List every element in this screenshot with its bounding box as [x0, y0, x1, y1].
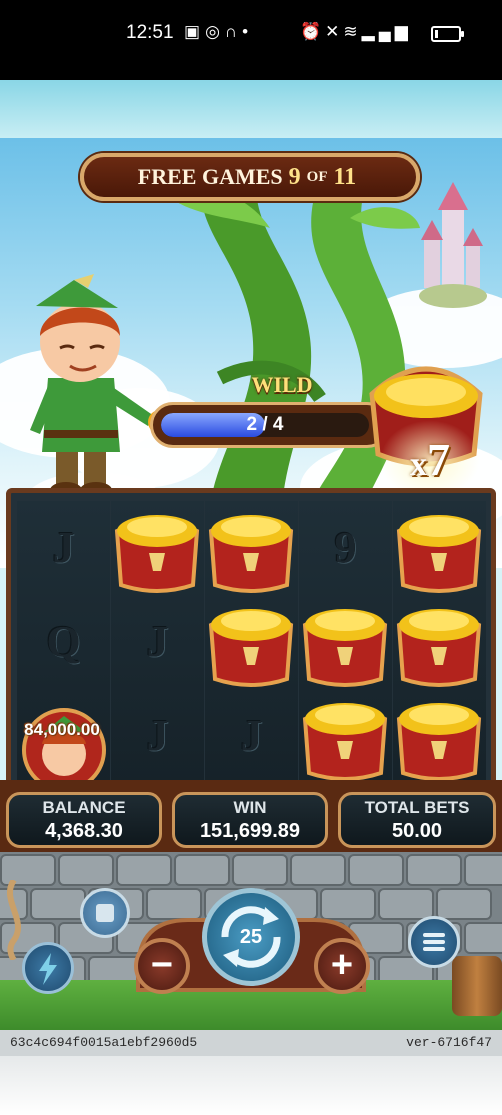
status-time: 12:51 — [126, 22, 174, 43]
reel-symbol: J — [240, 711, 263, 760]
gold-pot-symbol — [203, 595, 299, 691]
reel-column: J — [205, 501, 298, 783]
reel-symbol: J — [146, 617, 169, 666]
turbo-button[interactable] — [22, 942, 74, 994]
free-games-label: FREE GAMES — [137, 164, 283, 189]
gold-pot-symbol — [297, 595, 393, 691]
total-bets-box: TOTAL BETS 50.00 — [338, 792, 496, 848]
increase-bet-button[interactable]: + — [314, 938, 370, 994]
reel-symbol: 9 — [334, 523, 357, 572]
wall-stone — [436, 888, 492, 920]
jackpot-coin-icon — [22, 708, 106, 792]
mute-icon: ✕ — [325, 22, 344, 41]
gold-pot-symbol — [391, 501, 487, 597]
plus-icon: + — [330, 944, 354, 986]
top-band — [0, 80, 502, 138]
balance-label: BALANCE — [42, 798, 126, 817]
free-games-total: 11 — [333, 163, 357, 190]
lightning-icon — [39, 953, 57, 985]
reel-symbol: Q — [46, 617, 81, 666]
bottom-area — [0, 1056, 502, 1115]
win-label: WIN — [233, 798, 267, 817]
reel-column — [393, 501, 486, 783]
barrel-icon — [452, 956, 502, 1016]
dot-icon: • — [242, 22, 254, 41]
win-value: 151,699.89 — [199, 820, 301, 842]
version-label: ver-6716f47 — [406, 1035, 492, 1050]
total-bets-label: TOTAL BETS — [364, 798, 470, 817]
minus-icon: − — [150, 944, 174, 986]
wall-stone — [406, 854, 462, 886]
signal-icon: ▂▄▆ — [361, 22, 412, 41]
system-icons: ⏰✕≋▂▄▆ — [300, 22, 412, 42]
gold-pot-symbol — [391, 689, 487, 785]
reel-column: JJ — [111, 501, 204, 783]
wall-stone — [464, 922, 502, 954]
alarm-icon: ⏰ — [300, 22, 326, 41]
session-id: 63c4c694f0015a1ebf2960d5 — [10, 1035, 198, 1050]
jackpot-value: 84,000.00 — [24, 720, 100, 739]
whatsapp-icon: ◎ — [205, 22, 225, 41]
wall-stone — [58, 854, 114, 886]
wild-progress-text: 2 / 4 — [246, 414, 284, 435]
game-screen: FREE GAMES 9 OF 11 WILD 2 / 4 x7 J Q J J… — [0, 80, 502, 1115]
free-games-of: OF — [306, 168, 328, 185]
reel-column: 9 — [299, 501, 392, 783]
battery-level — [435, 30, 439, 38]
gold-pot-symbol — [391, 595, 487, 691]
hamburger-icon — [423, 933, 445, 951]
balance-box: BALANCE 4,368.30 — [6, 792, 162, 848]
wild-progress-track: 2 / 4 — [161, 413, 369, 437]
wild-label: WILD — [251, 372, 313, 397]
free-games-banner: FREE GAMES 9 OF 11 — [80, 153, 420, 201]
wild-progress-bar: 2 / 4 — [150, 402, 390, 448]
balance-value: 4,368.30 — [45, 820, 123, 842]
notification-icons: ▣◎∩• — [184, 22, 253, 42]
castle-icon — [419, 182, 487, 308]
rope-icon — [6, 880, 22, 960]
app-icon: ▣ — [184, 22, 206, 41]
wall-stone — [378, 888, 434, 920]
free-games-current: 9 — [288, 163, 301, 190]
win-box: WIN 151,699.89 — [172, 792, 328, 848]
multiplier-value: 7 — [427, 434, 450, 485]
reel-symbol: J — [52, 523, 75, 572]
wall-stone — [464, 854, 502, 886]
reel-symbol: J — [146, 711, 169, 760]
wall-stone — [30, 888, 86, 920]
free-spins-remaining: 25 — [239, 926, 263, 948]
menu-button[interactable] — [408, 916, 460, 968]
stop-icon — [96, 904, 114, 922]
autoplay-button[interactable] — [80, 888, 130, 938]
wifi-icon: ≋ — [343, 22, 362, 41]
total-bets-value: 50.00 — [391, 820, 443, 842]
battery-icon — [431, 26, 464, 42]
multiplier-x: x — [410, 446, 427, 483]
headphones-icon: ∩ — [224, 22, 243, 41]
gold-pot-symbol — [203, 501, 299, 597]
session-footer: 63c4c694f0015a1ebf2960d5 ver-6716f47 — [0, 1030, 502, 1056]
status-bar: 12:51 ▣◎∩• ⏰✕≋▂▄▆ — [0, 0, 502, 80]
gold-pot-symbol — [109, 501, 205, 597]
spin-button[interactable]: 25 — [202, 888, 300, 986]
decrease-bet-button[interactable]: − — [134, 938, 190, 994]
gold-pot-symbol — [297, 689, 393, 785]
